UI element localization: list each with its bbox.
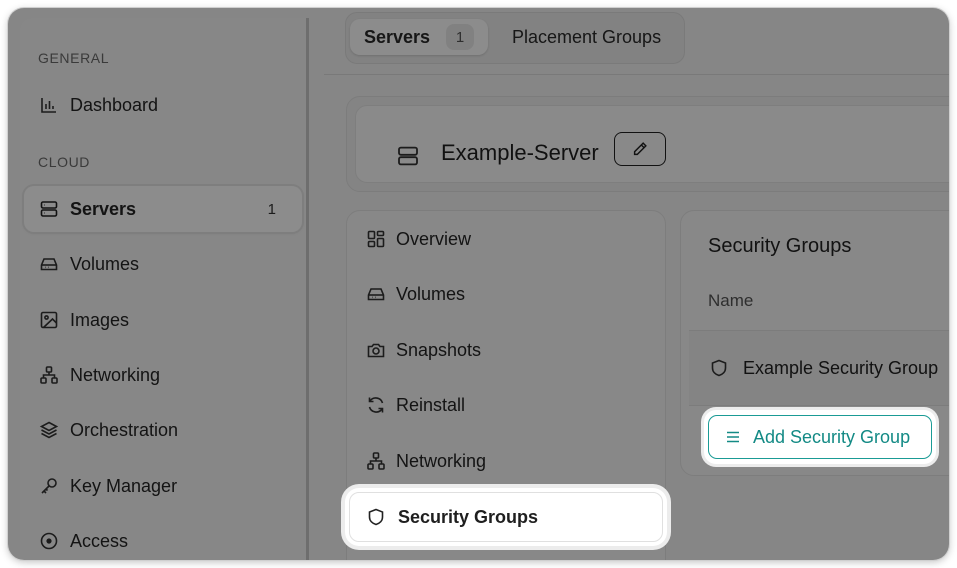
subnav-item-security-groups[interactable]: Security Groups <box>345 488 667 546</box>
sidebar-item-label: Key Manager <box>70 475 178 496</box>
subnav-item-label: Volumes <box>396 283 466 304</box>
subnav-item-label: Snapshots <box>396 339 482 360</box>
list-icon <box>725 429 741 445</box>
sidebar-item-servers[interactable]: Servers 1 <box>24 186 302 232</box>
sidebar-item-networking[interactable]: Networking <box>24 352 302 398</box>
server-icon <box>396 144 420 168</box>
subnav-item-label: Reinstall <box>396 394 466 415</box>
subnav-item-label: Networking <box>396 450 487 471</box>
add-button-label: Add Security Group <box>753 426 911 447</box>
add-security-group-button[interactable]: Add Security Group <box>708 415 932 459</box>
server-header-card: Example-Server <box>346 96 949 192</box>
grid-icon <box>365 228 387 250</box>
network-icon <box>38 364 60 386</box>
servers-count-badge: 1 <box>267 200 276 218</box>
subnav-item-snapshots[interactable]: Snapshots <box>351 326 661 374</box>
sidebar-item-key-manager[interactable]: Key Manager <box>24 463 302 509</box>
panel-title: Security Groups <box>708 235 852 257</box>
tab-count-badge: 1 <box>446 24 475 50</box>
bar-chart-icon <box>38 94 60 116</box>
sidebar-item-label: Networking <box>70 364 161 385</box>
sidebar-item-access[interactable]: Access <box>24 518 302 560</box>
sidebar-item-label: Volumes <box>70 253 140 274</box>
resource-tabs: Servers 1 Placement Groups <box>345 12 685 64</box>
image-icon <box>38 309 60 331</box>
subnav-item-reinstall[interactable]: Reinstall <box>351 381 661 429</box>
sidebar-item-label: Servers <box>70 198 137 219</box>
network-icon <box>365 450 387 472</box>
section-label-general: GENERAL <box>38 50 110 66</box>
refresh-icon <box>365 394 387 416</box>
layers-icon <box>38 419 60 441</box>
sidebar-item-volumes[interactable]: Volumes <box>24 241 302 287</box>
sidebar-item-label: Dashboard <box>70 94 159 115</box>
tab-servers[interactable]: Servers 1 <box>350 19 488 55</box>
shield-icon <box>366 507 386 527</box>
column-header-name: Name <box>708 291 754 310</box>
table-row[interactable]: Example Security Group <box>689 330 949 406</box>
server-icon <box>38 198 60 220</box>
section-label-cloud: CLOUD <box>38 154 91 170</box>
sidebar-item-label: Orchestration <box>70 419 179 440</box>
pencil-icon <box>631 140 649 158</box>
edit-server-name-button[interactable] <box>614 132 666 166</box>
tab-label: Servers <box>364 26 431 47</box>
hard-drive-icon <box>38 253 60 275</box>
server-header-inner: Example-Server <box>355 105 949 183</box>
sidebar: GENERAL Dashboard CLOUD Servers 1 Volume… <box>20 18 309 560</box>
subnav-item-networking[interactable]: Networking <box>351 437 661 485</box>
sidebar-item-orchestration[interactable]: Orchestration <box>24 407 302 453</box>
security-group-name: Example Security Group <box>743 357 939 378</box>
sidebar-item-label: Access <box>70 530 129 551</box>
sidebar-item-label: Images <box>70 309 130 330</box>
header-divider <box>324 74 949 75</box>
camera-icon <box>365 339 387 361</box>
key-icon <box>38 475 60 497</box>
tab-placement-groups[interactable]: Placement Groups <box>512 19 661 55</box>
security-groups-tab-inner[interactable]: Security Groups <box>349 492 663 542</box>
tab-label: Placement Groups <box>512 26 662 47</box>
access-icon <box>38 530 60 552</box>
subnav-item-label: Overview <box>396 228 472 249</box>
subnav-item-volumes[interactable]: Volumes <box>351 270 661 318</box>
sidebar-item-dashboard[interactable]: Dashboard <box>24 82 302 128</box>
subnav-item-overview[interactable]: Overview <box>351 215 661 263</box>
sidebar-item-images[interactable]: Images <box>24 297 302 343</box>
subnav-item-label: Security Groups <box>398 506 539 527</box>
add-security-group-container: Add Security Group <box>704 410 936 464</box>
app-window: GENERAL Dashboard CLOUD Servers 1 Volume… <box>8 8 949 560</box>
hard-drive-icon <box>365 283 387 305</box>
server-name: Example-Server <box>441 140 599 165</box>
shield-icon <box>709 358 729 378</box>
